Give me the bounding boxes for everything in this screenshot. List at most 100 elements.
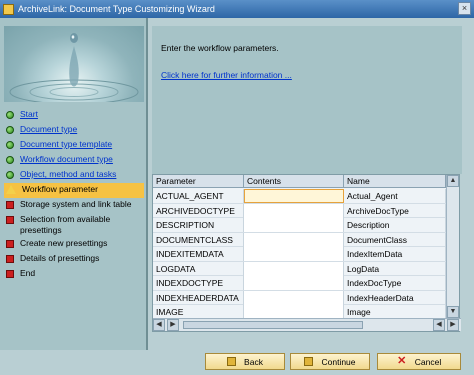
step-pending-icon xyxy=(6,240,14,248)
cancel-x-icon: ✕ xyxy=(397,355,407,367)
step-done-icon xyxy=(6,171,14,179)
step-done-icon xyxy=(6,141,14,149)
name-cell: Actual_Agent xyxy=(344,189,446,203)
wizard-navigation-panel: Start Document type Document type templa… xyxy=(0,18,148,350)
wizard-main-area: Enter the workflow parameters. Click her… xyxy=(150,18,474,350)
parameter-cell: INDEXITEMDATA xyxy=(153,247,244,261)
button-bar: Back Continue ✕ Cancel xyxy=(0,350,474,375)
name-cell: IndexItemData xyxy=(344,247,446,261)
step-label: Create new presettings xyxy=(20,238,108,248)
parameter-cell: INDEXDOCTYPE xyxy=(153,276,244,290)
column-header-name[interactable]: Name xyxy=(344,175,446,188)
step-selection-presettings: Selection from available presettings xyxy=(4,213,144,237)
table-row: DESCRIPTION Description xyxy=(153,218,446,233)
wizard-steps-list: Start Document type Document type templa… xyxy=(4,108,144,282)
scroll-left-icon[interactable]: ◀ xyxy=(153,319,165,331)
step-label[interactable]: Start xyxy=(20,109,38,120)
water-drop-banner-image xyxy=(4,26,144,102)
warning-triangle-icon xyxy=(6,185,16,194)
step-done-icon xyxy=(6,126,14,134)
step-done-icon xyxy=(6,111,14,119)
horizontal-scrollbar[interactable]: ◀ ▶ ◀ ▶ xyxy=(153,318,461,331)
scroll-right-icon[interactable]: ▶ xyxy=(167,319,179,331)
vertical-scrollbar[interactable]: ▲ ▼ xyxy=(446,175,459,319)
close-icon[interactable]: × xyxy=(458,2,471,15)
step-label: End xyxy=(20,268,36,278)
step-label: Workflow parameter xyxy=(22,184,98,194)
parameter-cell: ACTUAL_AGENT xyxy=(153,189,244,203)
step-document-type-template[interactable]: Document type template xyxy=(4,138,144,153)
step-label[interactable]: Object, method and tasks xyxy=(20,169,116,180)
table-row: LOGDATA LogData xyxy=(153,261,446,276)
back-arrow-icon xyxy=(227,357,237,366)
contents-input[interactable] xyxy=(244,261,344,276)
window-title: ArchiveLink: Document Type Customizing W… xyxy=(18,4,215,14)
instruction-panel: Enter the workflow parameters. Click her… xyxy=(152,26,462,174)
scroll-right-end-icon[interactable]: ▶ xyxy=(447,319,459,331)
cancel-button[interactable]: ✕ Cancel xyxy=(377,353,461,370)
step-start[interactable]: Start xyxy=(4,108,144,123)
step-workflow-parameter: Workflow parameter xyxy=(4,183,144,198)
scroll-left-end-icon[interactable]: ◀ xyxy=(433,319,445,331)
parameter-cell: DESCRIPTION xyxy=(153,218,244,232)
name-cell: IndexHeaderData xyxy=(344,290,446,305)
table-row: INDEXDOCTYPE IndexDocType xyxy=(153,276,446,291)
cancel-button-label: Cancel xyxy=(414,356,442,367)
column-header-parameter[interactable]: Parameter xyxy=(153,175,244,188)
name-cell: ArchiveDocType xyxy=(344,203,446,218)
parameter-cell: INDEXHEADERDATA xyxy=(153,290,244,305)
back-button[interactable]: Back xyxy=(205,353,285,370)
step-label: Details of presettings xyxy=(20,253,100,263)
step-label: Selection from available presettings xyxy=(20,214,111,235)
contents-input[interactable] xyxy=(244,247,344,261)
contents-input[interactable] xyxy=(244,232,344,247)
contents-input[interactable] xyxy=(244,276,344,290)
continue-arrow-icon xyxy=(304,357,314,366)
continue-button[interactable]: Continue xyxy=(290,353,370,370)
step-end: End xyxy=(4,267,144,282)
step-pending-icon xyxy=(6,270,14,278)
step-pending-icon xyxy=(6,216,14,224)
window-titlebar: ArchiveLink: Document Type Customizing W… xyxy=(0,0,474,18)
app-icon xyxy=(3,3,14,15)
step-done-icon xyxy=(6,156,14,164)
contents-input[interactable] xyxy=(244,290,344,305)
back-button-label: Back xyxy=(244,356,263,367)
table-row: DOCUMENTCLASS DocumentClass xyxy=(153,232,446,247)
column-header-contents[interactable]: Contents xyxy=(244,175,344,188)
scroll-thumb[interactable] xyxy=(183,321,363,329)
table-row: INDEXHEADERDATA IndexHeaderData xyxy=(153,290,446,305)
water-drop-illustration xyxy=(9,33,139,102)
name-cell: DocumentClass xyxy=(344,232,446,247)
table-header: Parameter Contents Name xyxy=(153,175,446,188)
contents-input[interactable] xyxy=(244,203,344,218)
parameter-cell: ARCHIVEDOCTYPE xyxy=(153,203,244,218)
step-label[interactable]: Workflow document type xyxy=(20,154,113,165)
contents-input[interactable] xyxy=(244,189,344,203)
name-cell: Description xyxy=(344,218,446,232)
contents-input[interactable] xyxy=(244,218,344,232)
table-row: ARCHIVEDOCTYPE ArchiveDocType xyxy=(153,203,446,218)
step-label[interactable]: Document type xyxy=(20,124,77,135)
parameter-cell: DOCUMENTCLASS xyxy=(153,232,244,247)
parameter-cell: IMAGE xyxy=(153,305,244,319)
step-pending-icon xyxy=(6,255,14,263)
step-workflow-document-type[interactable]: Workflow document type xyxy=(4,153,144,168)
continue-button-label: Continue xyxy=(321,356,356,367)
table-row: ACTUAL_AGENT Actual_Agent xyxy=(153,189,446,204)
table-row: INDEXITEMDATA IndexItemData xyxy=(153,247,446,262)
step-details-presettings: Details of presettings xyxy=(4,252,144,267)
step-storage-system: Storage system and link table xyxy=(4,198,144,213)
step-label[interactable]: Document type template xyxy=(20,139,112,150)
step-create-presettings: Create new presettings xyxy=(4,237,144,252)
contents-input[interactable] xyxy=(244,305,344,319)
step-document-type[interactable]: Document type xyxy=(4,123,144,138)
instruction-text: Enter the workflow parameters. xyxy=(161,43,279,53)
scroll-up-icon[interactable]: ▲ xyxy=(447,175,459,187)
scroll-down-icon[interactable]: ▼ xyxy=(447,306,459,318)
name-cell: Image xyxy=(344,305,446,319)
parameter-table: Parameter Contents Name ACTUAL_AGENT Act… xyxy=(152,174,461,332)
parameter-cell: LOGDATA xyxy=(153,261,244,276)
further-info-link[interactable]: Click here for further information ... xyxy=(161,70,292,80)
step-object-method-tasks[interactable]: Object, method and tasks xyxy=(4,168,144,183)
